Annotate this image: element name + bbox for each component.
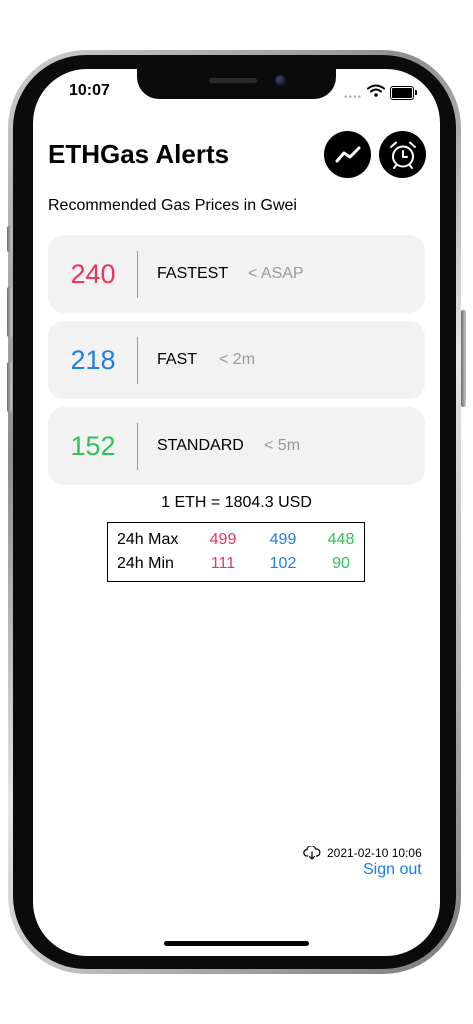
volume-down-button — [7, 362, 12, 412]
tier-eta: < 2m — [219, 351, 256, 368]
speaker-grille — [209, 78, 257, 83]
wifi-icon — [367, 84, 385, 97]
status-time: 10:07 — [69, 82, 110, 99]
tier-card-fastest[interactable]: 240 FASTEST < ASAP — [48, 235, 425, 313]
alarm-clock-icon — [389, 141, 416, 169]
stats-value-fast: 102 — [269, 555, 297, 572]
tier-price: 218 — [70, 345, 116, 375]
tier-card-standard[interactable]: 152 STANDARD < 5m — [48, 407, 425, 485]
cloud-download-icon — [303, 846, 321, 860]
stats-value-fast: 499 — [269, 531, 297, 548]
stats-value-standard: 448 — [327, 531, 355, 548]
stats-row-label: 24h Min — [117, 555, 174, 572]
tier-label: FASTEST — [157, 265, 229, 282]
volume-up-button — [7, 287, 12, 337]
page-title: ETHGas Alerts — [48, 139, 230, 169]
last-updated: 2021-02-10 10:06 — [303, 846, 422, 860]
tier-card-fast[interactable]: 218 FAST < 2m — [48, 321, 425, 399]
home-indicator[interactable] — [164, 941, 309, 946]
tier-label: FAST — [157, 351, 198, 368]
stats-row-label: 24h Max — [117, 531, 179, 548]
chart-line-icon — [335, 146, 360, 162]
stats-row-min: 24h Min 111 102 90 — [108, 552, 364, 576]
eth-usd-rate: 1 ETH = 1804.3 USD — [161, 494, 312, 511]
stats-value-fastest: 111 — [210, 555, 236, 572]
stats-row-max: 24h Max 499 499 448 — [108, 528, 364, 552]
tier-eta: < ASAP — [248, 265, 304, 282]
chart-button[interactable] — [324, 131, 371, 178]
sign-out-button[interactable]: Sign out — [363, 861, 422, 879]
tier-price: 152 — [70, 431, 116, 461]
stats-value-standard: 90 — [332, 555, 350, 572]
tier-price: 240 — [70, 259, 116, 289]
tier-label: STANDARD — [157, 437, 244, 454]
front-camera — [275, 75, 286, 86]
side-power-button — [461, 310, 466, 407]
stats-value-fastest: 499 — [209, 531, 237, 548]
tier-divider — [137, 251, 138, 298]
notch — [137, 69, 336, 99]
subtitle: Recommended Gas Prices in Gwei — [48, 197, 297, 214]
last-updated-time: 2021-02-10 10:06 — [327, 846, 422, 860]
battery-icon — [390, 86, 417, 100]
tier-divider — [137, 423, 138, 470]
stats-table: 24h Max 499 499 448 24h Min 111 102 90 — [107, 522, 365, 582]
tier-divider — [137, 337, 138, 384]
alarm-button[interactable] — [379, 131, 426, 178]
silent-switch — [7, 226, 12, 252]
app-screen: 10:07 •••• ETHGas Alerts Recommended Gas… — [33, 69, 440, 956]
signal-icon: •••• — [344, 92, 363, 103]
tier-eta: < 5m — [264, 437, 301, 454]
